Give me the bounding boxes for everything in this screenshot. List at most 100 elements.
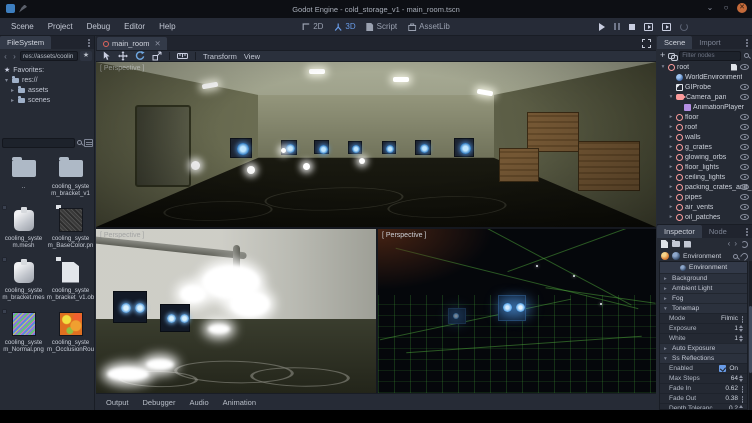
transform-menu[interactable]: Transform	[203, 52, 237, 61]
save-resource-icon[interactable]	[684, 241, 691, 248]
file-item-texture[interactable]: cooling_system_BaseColor.pn	[47, 205, 94, 257]
pause-button[interactable]	[614, 23, 620, 30]
scene-node-camera-pan[interactable]: ▾ Camera_pan	[657, 92, 752, 102]
favorite-toggle-button[interactable]: ★	[80, 51, 92, 61]
edit-pencil-icon[interactable]	[19, 5, 27, 13]
close-button[interactable]: ✕	[737, 3, 747, 13]
tree-item-assets[interactable]: ▸assets	[0, 85, 94, 95]
taskbar-app-icon[interactable]	[6, 4, 15, 13]
tab-import[interactable]: Import	[692, 36, 727, 49]
menu-help[interactable]: Help	[152, 20, 182, 33]
panel-animation[interactable]: Animation	[223, 398, 256, 407]
scale-tool-icon[interactable]	[152, 51, 162, 61]
history-back-button[interactable]: ‹	[2, 52, 9, 61]
view-toggle-button[interactable]	[84, 139, 93, 147]
ruler-snap-icon[interactable]	[177, 51, 188, 61]
load-resource-icon[interactable]	[672, 241, 680, 247]
play-custom-scene-button[interactable]	[662, 23, 671, 31]
expand-arrow[interactable]: ▸	[668, 214, 674, 220]
scene-node-g-crates[interactable]: ▸ g_crates	[657, 142, 752, 152]
workspace-2d-button[interactable]: 2D	[302, 22, 323, 31]
history-icon[interactable]	[741, 241, 748, 248]
scene-node-roof[interactable]: ▸ roof	[657, 122, 752, 132]
edit-next-button[interactable]: ›	[734, 240, 737, 248]
workspace-script-button[interactable]: Script	[367, 22, 397, 31]
spinbox-arrows-icon[interactable]	[739, 325, 744, 332]
tree-item-res-root[interactable]: ▾res://	[0, 75, 94, 85]
scene-node-oil-patches[interactable]: ▸ oil_patches	[657, 212, 752, 222]
visibility-eye-icon[interactable]	[740, 134, 749, 140]
scene-node-floor[interactable]: ▸ floor	[657, 112, 752, 122]
scene-node-floor-lights[interactable]: ▸ floor_lights	[657, 162, 752, 172]
expand-arrow[interactable]: ▸	[668, 164, 674, 170]
slider-dots-icon[interactable]	[742, 396, 744, 398]
resource-name[interactable]: Environment	[683, 253, 730, 260]
menu-project[interactable]: Project	[41, 20, 80, 33]
inspector-menu-icon[interactable]	[746, 228, 748, 230]
visibility-eye-icon[interactable]	[740, 164, 749, 170]
tree-item-scenes[interactable]: ▸scenes	[0, 95, 94, 105]
tab-inspector[interactable]: Inspector	[657, 225, 702, 238]
file-item-obj[interactable]: cooling_system_bracket_v1.ob	[47, 257, 94, 309]
visibility-eye-icon[interactable]	[740, 194, 749, 200]
workspace-3d-button[interactable]: 3D	[334, 22, 355, 31]
panel-debugger[interactable]: Debugger	[143, 398, 176, 407]
filesystem-search-input[interactable]	[2, 138, 75, 148]
scene-node-root[interactable]: ▾ root	[657, 62, 752, 72]
path-input[interactable]	[20, 51, 78, 61]
scene-node-animationplayer[interactable]: AnimationPlayer	[657, 102, 752, 112]
menu-editor[interactable]: Editor	[117, 20, 152, 33]
section-ss-reflections[interactable]: ▾Ss Reflections	[660, 353, 747, 363]
section-auto-exposure[interactable]: ▸Auto Exposure	[660, 343, 747, 353]
search-properties-icon[interactable]	[733, 254, 738, 259]
view-menu[interactable]: View	[244, 52, 260, 61]
section-background[interactable]: ▸Background	[660, 273, 747, 283]
visibility-eye-icon[interactable]	[740, 184, 749, 190]
tab-filesystem[interactable]: FileSystem	[0, 36, 51, 49]
scene-node-packing-crates[interactable]: ▸ packing_crates_and_	[657, 182, 752, 192]
scene-tab-main-room[interactable]: main_room ✕	[97, 37, 167, 50]
viewport-label[interactable]: [ Perspective ]	[100, 232, 144, 239]
expand-arrow[interactable]: ▸	[668, 124, 674, 130]
menu-debug[interactable]: Debug	[80, 20, 118, 33]
prop-fade-in[interactable]: Fade In 0.62	[660, 383, 747, 393]
move-tool-icon[interactable]	[118, 51, 128, 61]
prop-fade-out[interactable]: Fade Out 0.38	[660, 393, 747, 403]
expand-arrow[interactable]: ▸	[668, 154, 674, 160]
tab-scene[interactable]: Scene	[657, 36, 692, 49]
viewport-bottom-left-perspective[interactable]: [ Perspective ]	[96, 229, 376, 393]
select-tool-icon[interactable]	[102, 51, 111, 61]
visibility-eye-icon[interactable]	[740, 94, 749, 100]
visibility-eye-icon[interactable]	[740, 154, 749, 160]
expand-arrow[interactable]: ▸	[668, 194, 674, 200]
file-item-mesh[interactable]: cooling_system.mesh	[0, 205, 47, 257]
viewport-bottom-right-perspective[interactable]: [ Perspective ]	[378, 229, 656, 393]
minimize-button[interactable]: ⌄	[705, 3, 715, 13]
scene-dock-menu-icon[interactable]	[746, 39, 748, 41]
file-item-folder[interactable]: cooling_system_bracket_v1	[47, 153, 94, 205]
file-item-texture[interactable]: cooling_system_OcclusionRou	[47, 309, 94, 361]
viewport-label[interactable]: [ Perspective ]	[382, 232, 426, 239]
scene-node-air-vents[interactable]: ▸ air_vents	[657, 202, 752, 212]
filter-nodes-input[interactable]	[679, 51, 741, 61]
script-icon[interactable]	[731, 64, 737, 71]
scene-node-glowing-orbs[interactable]: ▸ glowing_orbs	[657, 152, 752, 162]
viewport-label[interactable]: [ Perspective ]	[100, 65, 144, 72]
prop-mode[interactable]: Mode Filmic	[660, 313, 747, 323]
file-item-mesh[interactable]: cooling_system_bracket.mes	[0, 257, 47, 309]
option-dots-icon[interactable]	[742, 316, 744, 318]
expand-arrow[interactable]: ▸	[668, 184, 674, 190]
scene-node-worldenvironment[interactable]: WorldEnvironment	[657, 72, 752, 82]
section-ambient-light[interactable]: ▸Ambient Light	[660, 283, 747, 293]
prop-exposure[interactable]: Exposure 1	[660, 323, 747, 333]
panel-audio[interactable]: Audio	[189, 398, 208, 407]
expand-arrow[interactable]: ▸	[668, 204, 674, 210]
spinbox-arrows-icon[interactable]	[739, 335, 744, 342]
play-scene-button[interactable]	[644, 23, 653, 31]
expand-arrow[interactable]: ▸	[668, 134, 674, 140]
filesystem-menu-icon[interactable]	[88, 39, 90, 41]
visibility-eye-icon[interactable]	[740, 144, 749, 150]
checkbox-checked-icon[interactable]	[719, 365, 726, 372]
visibility-eye-icon[interactable]	[740, 114, 749, 120]
visibility-eye-icon[interactable]	[740, 84, 749, 90]
